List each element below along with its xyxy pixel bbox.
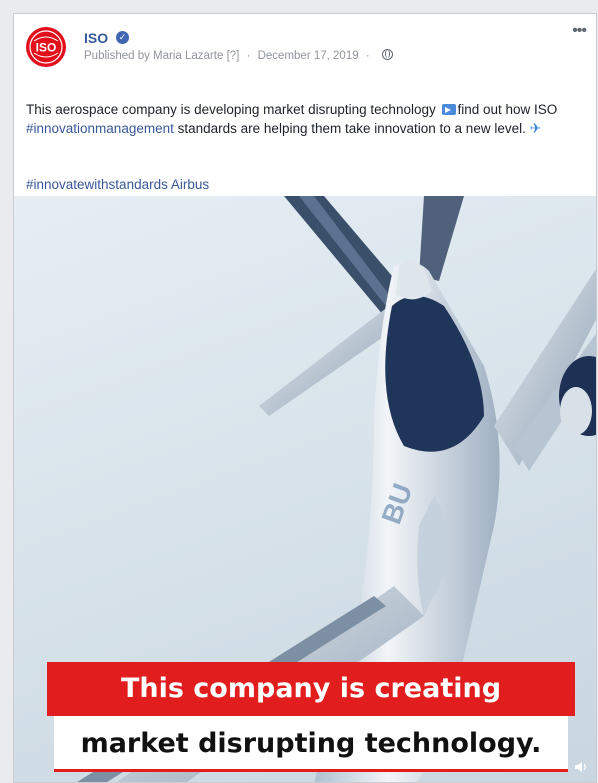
iso-logo-icon: ISO — [29, 30, 63, 64]
globe-icon[interactable] — [381, 49, 393, 60]
avatar[interactable]: ISO — [26, 27, 66, 67]
video-player[interactable]: BU This company is creating market disru… — [14, 196, 596, 782]
more-options-button[interactable]: ••• — [572, 22, 587, 40]
post-text-part: standards are helping them take innovati… — [177, 121, 526, 136]
post-header: ISO ISO ✓ Published by Maria Lazarte [?]… — [14, 14, 596, 94]
facebook-post: ISO ISO ✓ Published by Maria Lazarte [?]… — [13, 13, 597, 783]
help-marker[interactable]: [?] — [227, 50, 240, 62]
verified-badge-icon: ✓ — [116, 31, 129, 44]
tags-line: #innovatewithstandards Airbus — [26, 177, 209, 192]
hashtag-innovatewithstandards-link[interactable]: #innovatewithstandards — [26, 177, 168, 192]
page-name-link[interactable]: ISO — [84, 30, 108, 46]
volume-icon[interactable] — [574, 760, 588, 774]
post-text: This aerospace company is developing mar… — [26, 100, 591, 138]
svg-text:ISO: ISO — [36, 41, 57, 55]
video-caption-line-2: market disrupting technology. — [54, 716, 568, 772]
post-text-part: This aerospace company is developing mar… — [26, 102, 436, 117]
airbus-mention-link[interactable]: Airbus — [171, 177, 209, 192]
airplane-emoji-icon: ✈ — [529, 120, 542, 136]
post-meta: Published by Maria Lazarte [?] · Decembe… — [84, 49, 393, 62]
post-date-link[interactable]: December 17, 2019 — [258, 50, 359, 62]
separator: · — [365, 50, 370, 62]
hashtag-innovationmanagement-link[interactable]: #innovationmanagement — [26, 121, 174, 136]
video-caption-line-1: This company is creating — [47, 662, 575, 716]
post-text-part: find out how ISO — [457, 102, 558, 117]
play-button-emoji-icon — [441, 104, 456, 115]
published-by-label: Published by Maria Lazarte — [84, 50, 224, 62]
separator: · — [246, 50, 251, 62]
